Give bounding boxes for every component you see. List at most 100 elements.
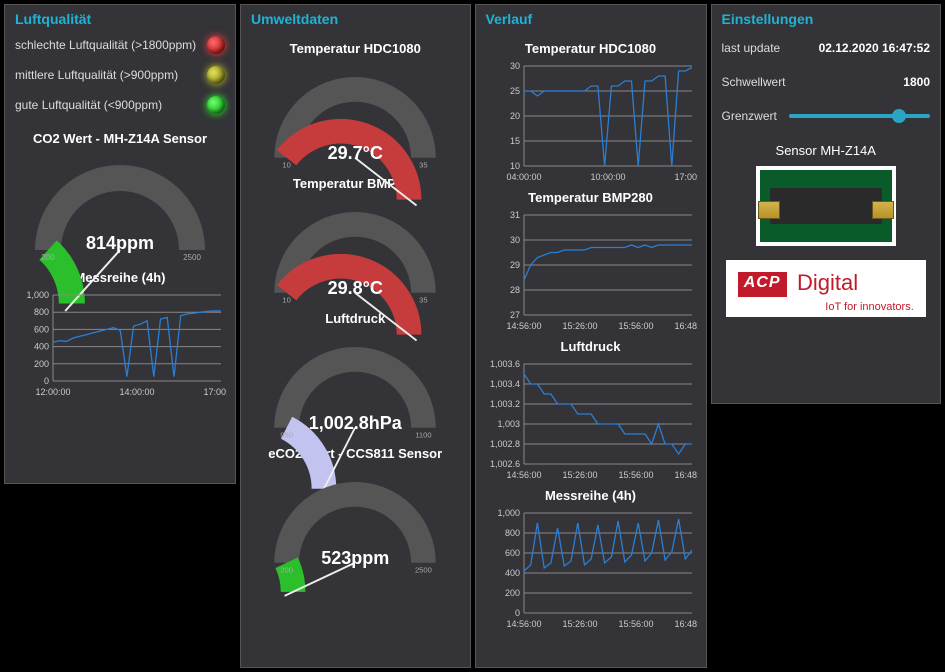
env-gauge-3: 200 2500 523ppm xyxy=(260,465,450,575)
svg-text:20: 20 xyxy=(509,111,519,121)
svg-text:1,003: 1,003 xyxy=(497,419,520,429)
row-last-update: last update 02.12.2020 16:47:52 xyxy=(722,41,931,55)
svg-text:1,002.8: 1,002.8 xyxy=(489,439,519,449)
svg-text:800: 800 xyxy=(34,307,49,317)
svg-text:04:00:00: 04:00:00 xyxy=(506,172,541,182)
svg-text:15: 15 xyxy=(509,136,519,146)
svg-text:14:56:00: 14:56:00 xyxy=(506,470,541,480)
svg-text:27: 27 xyxy=(509,310,519,320)
legend-good: gute Luftqualität (<900ppm) xyxy=(15,95,225,115)
svg-text:200: 200 xyxy=(34,359,49,369)
legend-good-label: gute Luftqualität (<900ppm) xyxy=(15,98,162,112)
panel-title-settings: Einstellungen xyxy=(722,11,931,27)
svg-text:15:26:00: 15:26:00 xyxy=(562,321,597,331)
svg-text:14:56:00: 14:56:00 xyxy=(506,619,541,629)
svg-text:400: 400 xyxy=(34,342,49,352)
svg-text:200: 200 xyxy=(41,253,55,262)
env-gauge-0: 10 35 29.7°C xyxy=(260,60,450,170)
svg-text:15:56:00: 15:56:00 xyxy=(618,321,653,331)
svg-text:400: 400 xyxy=(504,568,519,578)
svg-text:30: 30 xyxy=(509,61,519,71)
svg-text:800: 800 xyxy=(504,528,519,538)
last-update-label: last update xyxy=(722,41,781,55)
led-green-icon xyxy=(207,96,225,114)
legend-mid: mittlere Luftqualität (>900ppm) xyxy=(15,65,225,85)
history-chart-title-2: Luftdruck xyxy=(486,339,696,354)
history-chart-2: 1,002.6 1,002.8 1,003 1,003.2 1,003.4 1,003.6… xyxy=(486,358,698,482)
svg-text:1,002.6: 1,002.6 xyxy=(489,459,519,469)
svg-text:1,003.6: 1,003.6 xyxy=(489,359,519,369)
svg-text:200: 200 xyxy=(504,588,519,598)
svg-text:600: 600 xyxy=(504,548,519,558)
logo-tagline: IoT for innovators. xyxy=(738,301,914,313)
last-update-value: 02.12.2020 16:47:52 xyxy=(819,41,930,55)
env-gauge-title-1: Temperatur BMP280 xyxy=(251,176,460,191)
svg-text:10: 10 xyxy=(509,161,519,171)
env-gauge-1: 10 35 29.8°C xyxy=(260,195,450,305)
svg-text:15:26:00: 15:26:00 xyxy=(562,470,597,480)
co2-trend-title: Messreihe (4h) xyxy=(15,270,225,285)
panel-settings: Einstellungen last update 02.12.2020 16:… xyxy=(711,4,942,404)
svg-text:17:00:00: 17:00:00 xyxy=(203,387,227,397)
history-chart-0: 101520253004:00:0010:00:0017:00:00 xyxy=(486,60,698,184)
svg-text:30: 30 xyxy=(509,235,519,245)
threshold-value: 1800 xyxy=(903,75,930,89)
legend-bad-label: schlechte Luftqualität (>1800ppm) xyxy=(15,38,196,52)
legend-mid-label: mittlere Luftqualität (>900ppm) xyxy=(15,68,178,82)
svg-text:31: 31 xyxy=(509,210,519,220)
led-yellow-icon xyxy=(207,66,225,84)
history-chart-title-1: Temperatur BMP280 xyxy=(486,190,696,205)
svg-text:25: 25 xyxy=(509,86,519,96)
limit-label: Grenzwert xyxy=(722,109,777,123)
history-chart-3: 0 200 400 600 800 1,000 14:56:00 15:26:00 15:56:… xyxy=(486,507,698,631)
svg-text:16:48:00: 16:48:00 xyxy=(674,619,698,629)
env-gauge-2: 950 1100 1,002.8hPa xyxy=(260,330,450,440)
panel-title-history: Verlauf xyxy=(486,11,533,27)
threshold-label: Schwellwert xyxy=(722,75,786,89)
row-limit: Grenzwert xyxy=(722,109,931,123)
svg-text:2500: 2500 xyxy=(183,253,201,262)
svg-text:29: 29 xyxy=(509,260,519,270)
svg-text:16:48:00: 16:48:00 xyxy=(674,470,698,480)
sensor-image xyxy=(756,166,896,246)
svg-text:28: 28 xyxy=(509,285,519,295)
env-gauge-title-3: eCO2 Wert - CCS811 Sensor xyxy=(251,446,460,461)
svg-text:1,000: 1,000 xyxy=(497,508,520,518)
svg-text:1,003.2: 1,003.2 xyxy=(489,399,519,409)
svg-text:15:56:00: 15:56:00 xyxy=(618,619,653,629)
panel-title-env: Umweltdaten xyxy=(251,11,338,27)
svg-text:1,003.4: 1,003.4 xyxy=(489,379,519,389)
svg-text:1,000: 1,000 xyxy=(26,290,49,300)
limit-slider-thumb[interactable] xyxy=(892,109,906,123)
svg-text:12:00:00: 12:00:00 xyxy=(35,387,70,397)
panel-history: Verlauf Temperatur HDC1080 10 15 20 25 30 04:… xyxy=(475,4,707,668)
svg-text:600: 600 xyxy=(34,324,49,334)
panel-environment: Umweltdaten Temperatur HDC1080 10 35 29.… xyxy=(240,4,471,668)
sensor-label: Sensor MH-Z14A xyxy=(722,143,931,158)
limit-slider[interactable] xyxy=(789,114,930,118)
history-chart-title-0: Temperatur HDC1080 xyxy=(486,41,696,56)
panel-title-air: Luftqualität xyxy=(15,11,225,27)
svg-text:0: 0 xyxy=(44,376,49,386)
svg-text:16:48:00: 16:48:00 xyxy=(674,321,698,331)
row-threshold: Schwellwert 1800 xyxy=(722,75,931,89)
co2-gauge-title: CO2 Wert - MH-Z14A Sensor xyxy=(15,131,225,146)
panel-air-quality: Luftqualität schlechte Luftqualität (>18… xyxy=(4,4,236,484)
svg-text:14:00:00: 14:00:00 xyxy=(119,387,154,397)
history-chart-title-3: Messreihe (4h) xyxy=(486,488,696,503)
svg-text:17:00:00: 17:00:00 xyxy=(674,172,698,182)
legend-bad: schlechte Luftqualität (>1800ppm) xyxy=(15,35,225,55)
svg-text:14:56:00: 14:56:00 xyxy=(506,321,541,331)
co2-gauge: 200 2500 814ppm xyxy=(20,150,220,260)
svg-text:15:26:00: 15:26:00 xyxy=(562,619,597,629)
svg-text:15:56:00: 15:56:00 xyxy=(618,470,653,480)
led-red-icon xyxy=(207,36,225,54)
history-chart-1: 27 28 29 30 31 14:56:00 15:26:00 15:56:00 16:48:… xyxy=(486,209,698,333)
logo-acp: ACP xyxy=(738,272,787,297)
svg-text:0: 0 xyxy=(514,608,519,618)
co2-trend-chart: 0 200 400 600 800 1,000 12:00:00 14:00:00 17:00:… xyxy=(15,289,227,399)
logo-digital: Digital xyxy=(797,270,858,296)
env-gauge-title-2: Luftdruck xyxy=(251,311,460,326)
logo-card: ACP Digital IoT for innovators. xyxy=(726,260,926,317)
env-gauge-title-0: Temperatur HDC1080 xyxy=(251,41,460,56)
